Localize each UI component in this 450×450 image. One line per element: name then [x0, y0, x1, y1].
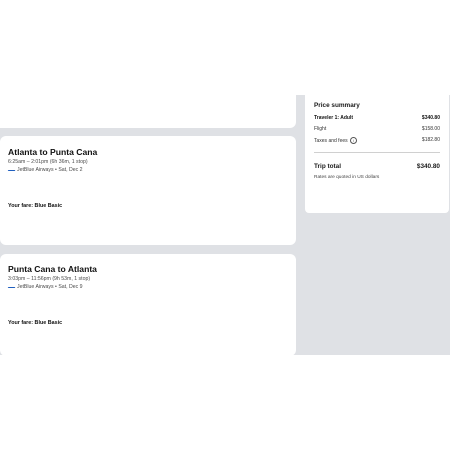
trip-total-row: Trip total $340.80	[314, 163, 440, 170]
info-icon[interactable]: i	[349, 137, 357, 144]
fare-type: Your fare: Blue Basic	[8, 203, 63, 209]
previous-card	[0, 88, 296, 128]
flight-times: 6:25am – 2:01pm (6h 36m, 1 stop)	[8, 159, 88, 165]
currency-note: Rates are quoted in US dollars	[314, 175, 380, 180]
flight-card-return[interactable]: Punta Cana to Atlanta 3:03pm – 11:56pm (…	[0, 254, 296, 356]
jetblue-logo-icon	[8, 286, 15, 289]
jetblue-logo-icon	[8, 169, 15, 172]
flight-price-row: Flight $158.00	[314, 126, 440, 132]
traveler-label: Traveler 1: Adult	[314, 115, 353, 121]
traveler-row: Traveler 1: Adult $340.80	[314, 115, 440, 121]
price-summary-title: Price summary	[314, 102, 360, 109]
flight-airline-date: JetBlue Airways • Sat, Dec 9	[17, 284, 83, 290]
flight-price-label: Flight	[314, 126, 327, 132]
taxes-row: Taxes and fees i $182.80	[314, 137, 440, 144]
flight-times: 3:03pm – 11:56pm (9h 53m, 1 stop)	[8, 276, 91, 282]
flight-airline-row: JetBlue Airways • Sat, Dec 9	[8, 284, 83, 290]
flight-card-outbound[interactable]: Atlanta to Punta Cana 6:25am – 2:01pm (6…	[0, 136, 296, 245]
flight-price-value: $158.00	[421, 126, 440, 132]
flight-airline-row: JetBlue Airways • Sat, Dec 2	[8, 167, 83, 173]
fare-type: Your fare: Blue Basic	[8, 320, 63, 326]
taxes-value: $182.80	[421, 137, 440, 143]
flight-route-title: Punta Cana to Atlanta	[8, 264, 97, 274]
summary-divider	[314, 152, 440, 153]
flight-airline-date: JetBlue Airways • Sat, Dec 2	[17, 167, 83, 173]
trip-total-label: Trip total	[314, 163, 341, 170]
taxes-label: Taxes and fees	[314, 137, 348, 144]
traveler-price: $340.80	[421, 115, 440, 121]
flight-route-title: Atlanta to Punta Cana	[8, 147, 98, 157]
price-summary-panel: Price summary Traveler 1: Adult $340.80 …	[305, 95, 449, 213]
trip-total-value: $340.80	[416, 163, 440, 170]
